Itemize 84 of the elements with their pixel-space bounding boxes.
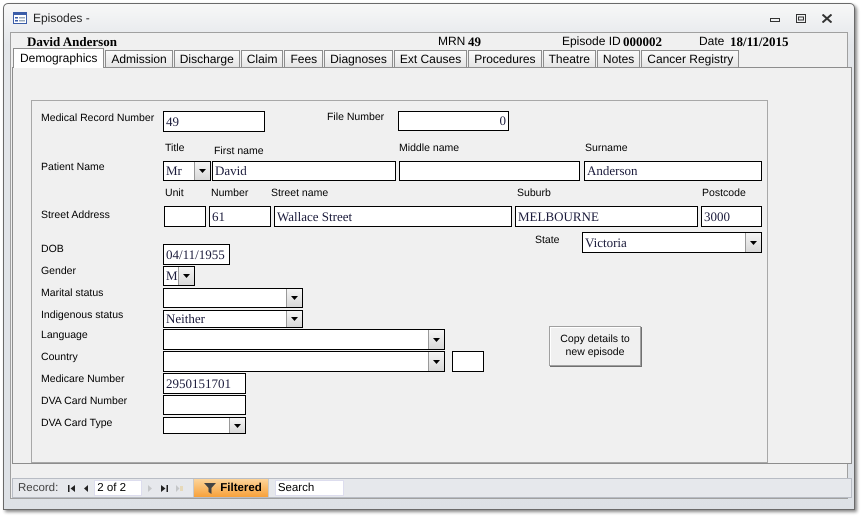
field-label: Title — [165, 142, 184, 154]
state-dropdown[interactable]: Victoria — [582, 232, 762, 253]
mrn-label: MRN — [438, 34, 466, 48]
field-label: DVA Card Number — [41, 395, 128, 407]
medicare-number-field[interactable]: 2950151701 — [163, 373, 246, 394]
title-dropdown[interactable]: Mr — [163, 161, 211, 181]
copy-details-button[interactable]: Copy details to new episode — [549, 326, 641, 366]
unit-field[interactable] — [164, 206, 206, 227]
gender-dropdown[interactable]: M — [163, 266, 195, 286]
field-label: Street name — [271, 187, 328, 199]
field-label: Patient Name — [41, 161, 105, 173]
tab[interactable]: Procedures — [468, 50, 542, 67]
dva-card-type-dropdown[interactable] — [163, 417, 246, 434]
tab[interactable]: Ext Causes — [394, 50, 468, 67]
date-value: 18/11/2015 — [730, 34, 789, 50]
field-label: DOB — [41, 243, 64, 255]
first-name-field[interactable]: David — [212, 161, 396, 181]
first-record-icon[interactable] — [68, 484, 76, 492]
language-dropdown[interactable] — [163, 329, 445, 350]
country-dropdown[interactable] — [163, 351, 445, 372]
tab[interactable]: Discharge — [174, 50, 240, 67]
episode-id-value: 000002 — [623, 34, 662, 50]
field-label: Marital status — [41, 287, 104, 299]
field-label: Unit — [165, 187, 184, 199]
middle-name-field[interactable] — [399, 161, 580, 181]
tab[interactable]: Demographics — [13, 48, 104, 68]
tab[interactable]: Claim — [240, 50, 284, 67]
suburb-field[interactable]: MELBOURNE — [515, 206, 698, 227]
dob-field[interactable]: 04/11/1955 — [163, 244, 230, 265]
field-label: Middle name — [399, 142, 460, 154]
dropdown-arrow-icon[interactable] — [750, 240, 757, 244]
tab[interactable]: Notes — [596, 50, 640, 67]
surname-field[interactable]: Anderson — [584, 161, 762, 181]
episode-id-label: Episode ID — [562, 34, 621, 48]
field-label: Medicare Number — [41, 373, 124, 385]
field-label: Street Address — [41, 209, 110, 221]
record-number-field[interactable]: 49 — [163, 111, 265, 132]
dva-card-number-field[interactable] — [163, 395, 246, 415]
field-label: Medical Record Number — [41, 112, 154, 124]
dropdown-arrow-icon[interactable] — [291, 296, 298, 300]
field-label: Indigenous status — [41, 309, 124, 321]
tab[interactable]: Fees — [284, 50, 324, 67]
field-label: First name — [214, 145, 264, 157]
restore-icon[interactable] — [796, 14, 806, 22]
postcode-field[interactable]: 3000 — [701, 206, 762, 227]
marital-status-dropdown[interactable] — [163, 288, 303, 308]
tab[interactable]: Diagnoses — [324, 50, 393, 67]
dropdown-arrow-icon[interactable] — [433, 338, 440, 342]
field-label: State — [535, 234, 560, 246]
field-label: Number — [211, 187, 248, 199]
funnel-icon[interactable] — [204, 482, 216, 494]
tab[interactable]: Admission — [105, 50, 173, 67]
previous-record-icon[interactable] — [83, 484, 90, 492]
search-field[interactable]: Search — [274, 480, 344, 496]
last-record-icon[interactable] — [161, 484, 168, 492]
close-icon[interactable] — [822, 14, 832, 22]
form-icon — [13, 12, 27, 24]
tab[interactable]: Cancer Registry — [641, 50, 740, 67]
field-label: Surname — [585, 142, 628, 154]
window-title: Episodes - — [33, 11, 90, 25]
number-field[interactable]: 61 — [209, 206, 271, 227]
field-label: File Number — [327, 111, 384, 123]
dropdown-arrow-icon[interactable] — [183, 274, 190, 278]
field-label: Gender — [41, 265, 76, 277]
country-code-field[interactable] — [452, 351, 484, 372]
date-label: Date — [699, 34, 724, 48]
field-label: Suburb — [517, 187, 551, 199]
indigenous-status-dropdown[interactable]: Neither — [163, 310, 303, 328]
street-name-field[interactable]: Wallace Street — [274, 206, 512, 227]
field-label: Language — [41, 329, 88, 341]
field-label: Postcode — [702, 187, 746, 199]
mrn-value: 49 — [468, 34, 481, 50]
tab[interactable]: Theatre — [542, 50, 596, 67]
record-label: Record: — [18, 482, 58, 494]
file-number-field[interactable]: 0 — [398, 111, 509, 131]
patient-name: David Anderson — [27, 34, 117, 50]
filtered-button[interactable]: Filtered — [193, 479, 269, 497]
dropdown-arrow-icon[interactable] — [199, 169, 206, 173]
dropdown-arrow-icon[interactable] — [291, 317, 298, 321]
dropdown-arrow-icon[interactable] — [433, 360, 440, 364]
record-position-field[interactable]: 2 of 2 — [94, 480, 142, 496]
field-label: Country — [41, 351, 78, 363]
field-label: DVA Card Type — [41, 417, 112, 429]
dropdown-arrow-icon[interactable] — [234, 424, 241, 428]
